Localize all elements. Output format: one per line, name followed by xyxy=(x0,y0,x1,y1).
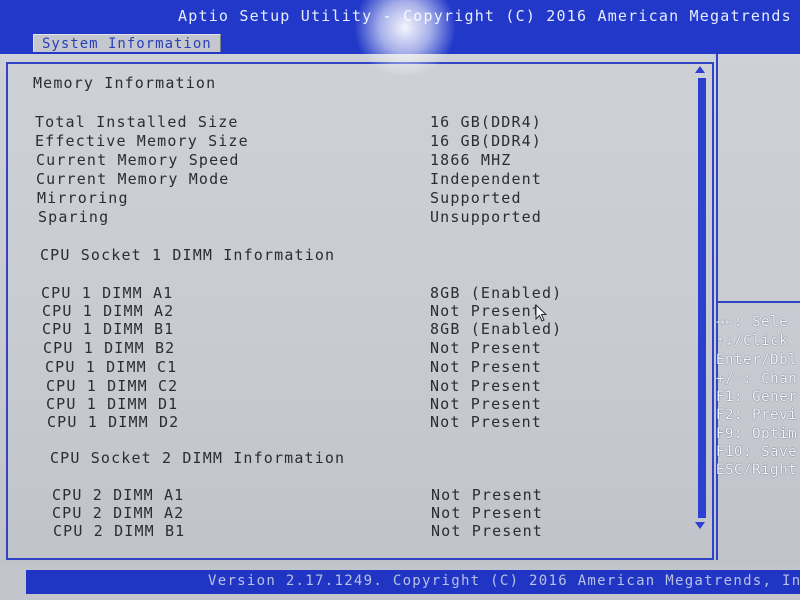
memory-row-label: Effective Memory Size xyxy=(35,132,249,150)
dimm-label: CPU 1 DIMM A2 xyxy=(42,302,175,320)
help-line: ↑↓/Click xyxy=(716,333,789,349)
bios-screen: Aptio Setup Utility - Copyright (C) 2016… xyxy=(0,0,800,600)
help-line: F10: Save xyxy=(716,444,798,460)
mouse-cursor-icon xyxy=(535,304,547,322)
memory-row-value: Independent xyxy=(430,170,542,188)
help-divider xyxy=(718,301,800,303)
memory-row-label: Current Memory Speed xyxy=(36,151,240,169)
dimm-label: CPU 2 DIMM B1 xyxy=(53,522,186,540)
help-line: F2: Previ xyxy=(716,407,798,423)
tab-system-information[interactable]: System Information xyxy=(33,34,221,53)
dimm-status: Not Present xyxy=(430,339,542,357)
dimm-status: Not Present xyxy=(430,395,542,413)
scroll-up-arrow-icon[interactable] xyxy=(695,66,705,73)
tab-strip: System Information xyxy=(0,32,800,53)
dimm-label: CPU 1 DIMM B2 xyxy=(43,339,176,357)
dimm-status: Not Present xyxy=(430,413,542,431)
title-bar: Aptio Setup Utility - Copyright (C) 2016… xyxy=(0,0,800,32)
memory-row-value: 16 GB(DDR4) xyxy=(430,113,542,131)
memory-row-value: 1866 MHZ xyxy=(430,151,512,169)
help-line: +/-: Chan xyxy=(716,371,798,387)
memory-row-value: Supported xyxy=(430,189,522,207)
dimm-status: 8GB (Enabled) xyxy=(430,284,563,302)
dimm-status: Not Present xyxy=(431,522,543,540)
help-line: ESC/Right xyxy=(716,462,798,478)
help-panel xyxy=(716,54,800,560)
memory-info-heading: Memory Information xyxy=(33,74,217,92)
footer-version-text: Version 2.17.1249. Copyright (C) 2016 Am… xyxy=(208,573,800,589)
vertical-scrollbar[interactable] xyxy=(694,66,708,532)
memory-row-value: 16 GB(DDR4) xyxy=(430,132,542,150)
dimm-label: CPU 1 DIMM C2 xyxy=(46,377,179,395)
help-line: F1: Gener xyxy=(716,389,798,405)
help-line: Enter/Dbl xyxy=(716,352,798,368)
scroll-down-arrow-icon[interactable] xyxy=(695,522,705,529)
dimm-label: CPU 1 DIMM D1 xyxy=(46,395,179,413)
dimm-status: Not Present xyxy=(430,358,542,376)
memory-row-label: Sparing xyxy=(38,208,110,226)
dimm-label: CPU 2 DIMM A1 xyxy=(52,486,185,504)
socket2-heading: CPU Socket 2 DIMM Information xyxy=(50,449,346,467)
dimm-label: CPU 1 DIMM A1 xyxy=(41,284,174,302)
dimm-status: Not Present xyxy=(431,486,543,504)
dimm-label: CPU 1 DIMM C1 xyxy=(45,358,178,376)
memory-row-label: Mirroring xyxy=(37,189,129,207)
dimm-status: 8GB (Enabled) xyxy=(430,320,563,338)
help-line: F9: Optim xyxy=(716,426,798,442)
dimm-status: Not Present xyxy=(431,504,543,522)
memory-row-value: Unsupported xyxy=(430,208,542,226)
dimm-label: CPU 1 DIMM B1 xyxy=(42,320,175,338)
memory-row-label: Current Memory Mode xyxy=(36,170,230,188)
socket1-heading: CPU Socket 1 DIMM Information xyxy=(40,246,336,264)
scroll-thumb[interactable] xyxy=(698,78,706,518)
dimm-status: Not Present xyxy=(430,377,542,395)
window-title: Aptio Setup Utility - Copyright (C) 2016… xyxy=(178,7,792,25)
dimm-status: Not Present xyxy=(430,302,542,320)
memory-row-label: Total Installed Size xyxy=(35,113,239,131)
dimm-label: CPU 1 DIMM D2 xyxy=(47,413,180,431)
help-line: →←: Sele xyxy=(716,314,789,330)
dimm-label: CPU 2 DIMM A2 xyxy=(52,504,185,522)
